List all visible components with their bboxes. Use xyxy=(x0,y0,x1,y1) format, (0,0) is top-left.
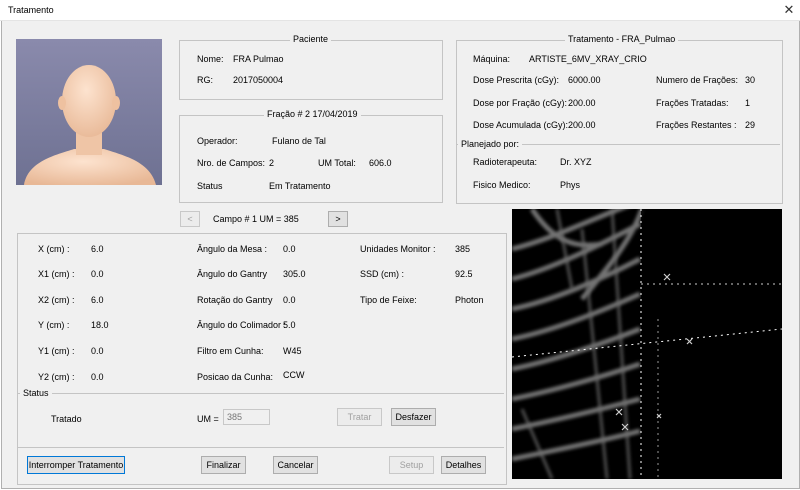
tratamento-legend: Tratamento - FRA_Pulmao xyxy=(565,34,679,44)
rg-label: RG: xyxy=(197,75,214,85)
setup-button[interactable]: Setup xyxy=(389,456,434,474)
filtro-cunha-label: Filtro em Cunha: xyxy=(197,346,264,356)
angulo-gantry-label: Ângulo do Gantry xyxy=(197,269,268,279)
y1-label: Y1 (cm) : xyxy=(38,346,75,356)
x2-value: 6.0 xyxy=(91,295,104,305)
umtotal-value: 606.0 xyxy=(369,158,392,168)
nome-value: FRA Pulmao xyxy=(233,54,284,64)
fisico-label: Fisico Medico: xyxy=(473,180,531,190)
status-legend: Status xyxy=(20,388,52,398)
cancelar-button[interactable]: Cancelar xyxy=(273,456,318,474)
radioterapeuta-label: Radioterapeuta: xyxy=(473,157,538,167)
operador-label: Operador: xyxy=(197,136,238,146)
buttons-separator xyxy=(18,447,504,448)
dose-acumulada-label: Dose Acumulada (cGy): xyxy=(473,120,569,130)
tipo-feixe-label: Tipo de Feixe: xyxy=(360,295,417,305)
filtro-cunha-value: W45 xyxy=(283,346,302,356)
interromper-tratamento-button[interactable]: Interromper Tratamento xyxy=(27,456,125,474)
angulo-colimador-label: Ângulo do Colimador : xyxy=(197,320,287,330)
campos-label: Nro. de Campos: xyxy=(197,158,266,168)
desfazer-button[interactable]: Desfazer xyxy=(391,408,436,426)
x1-value: 0.0 xyxy=(91,269,104,279)
status-value: Tratado xyxy=(51,414,82,424)
posicao-cunha-value: CCW xyxy=(283,370,305,380)
y-value: 18.0 xyxy=(91,320,109,330)
dose-acumulada-value: 200.00 xyxy=(568,120,596,130)
x2-label: X2 (cm) : xyxy=(38,295,75,305)
finalizar-button[interactable]: Finalizar xyxy=(201,456,246,474)
um-input[interactable] xyxy=(223,409,270,425)
nome-label: Nome: xyxy=(197,54,224,64)
operador-value: Fulano de Tal xyxy=(272,136,326,146)
fracao-status-value: Em Tratamento xyxy=(269,181,331,191)
angulo-mesa-label: Ângulo da Mesa : xyxy=(197,244,268,254)
campos-value: 2 xyxy=(269,158,275,168)
prev-campo-button[interactable]: < xyxy=(180,211,200,227)
maquina-label: Máquina: xyxy=(473,54,511,64)
numero-fracoes-label: Numero de Frações: xyxy=(656,75,739,85)
angulo-gantry-value: 305.0 xyxy=(283,269,306,279)
numero-fracoes-value: 30 xyxy=(745,75,756,85)
fisico-value: Phys xyxy=(560,180,581,190)
tratar-button[interactable]: Tratar xyxy=(337,408,382,426)
fracoes-restantes-value: 29 xyxy=(745,120,756,130)
xray-image xyxy=(512,209,782,479)
y1-value: 0.0 xyxy=(91,346,104,356)
campo-label: Campo # 1 UM = 385 xyxy=(213,214,299,224)
fracao-status-label: Status xyxy=(197,181,223,191)
close-icon[interactable]: ✕ xyxy=(780,1,798,19)
y2-value: 0.0 xyxy=(91,372,104,382)
unidades-monitor-value: 385 xyxy=(455,244,471,254)
next-campo-button[interactable]: > xyxy=(328,211,348,227)
dose-prescrita-label: Dose Prescrita (cGy): xyxy=(473,75,560,85)
detalhes-button[interactable]: Detalhes xyxy=(441,456,486,474)
tipo-feixe-value: Photon xyxy=(455,295,484,305)
x1-label: X1 (cm) : xyxy=(38,269,75,279)
dose-fracao-value: 200.00 xyxy=(568,98,596,108)
posicao-cunha-label: Posicao da Cunha: xyxy=(197,372,274,382)
dose-fracao-label: Dose por Fração (cGy): xyxy=(473,98,568,108)
radioterapeuta-value: Dr. XYZ xyxy=(560,157,592,167)
ssd-label: SSD (cm) : xyxy=(360,269,404,279)
rg-value: 2017050004 xyxy=(233,75,284,85)
paciente-group xyxy=(179,40,443,100)
x-value: 6.0 xyxy=(91,244,104,254)
paciente-legend: Paciente xyxy=(290,34,332,44)
y-label: Y (cm) : xyxy=(38,320,70,330)
rotacao-gantry-label: Rotação do Gantry xyxy=(197,295,273,305)
y2-label: Y2 (cm) : xyxy=(38,372,75,382)
rotacao-gantry-value: 0.0 xyxy=(283,295,296,305)
x-label: X (cm) : xyxy=(38,244,70,254)
unidades-monitor-label: Unidades Monitor : xyxy=(360,244,436,254)
ssd-value: 92.5 xyxy=(455,269,473,279)
planejado-legend: Planejado por: xyxy=(458,139,523,149)
angulo-mesa-value: 0.0 xyxy=(283,244,296,254)
fracao-legend: Fração # 2 17/04/2019 xyxy=(264,109,361,119)
fracoes-restantes-label: Frações Restantes : xyxy=(656,120,737,130)
window-title: Tratamento xyxy=(8,5,54,15)
status-separator xyxy=(18,393,504,394)
umtotal-label: UM Total: xyxy=(318,158,356,168)
dose-prescrita-value: 6000.00 xyxy=(568,75,601,85)
um-label: UM = xyxy=(197,414,219,424)
fracoes-tratadas-label: Frações Tratadas: xyxy=(656,98,729,108)
patient-photo xyxy=(16,39,162,185)
maquina-value: ARTISTE_6MV_XRAY_CRIO xyxy=(529,54,647,64)
angulo-colimador-value: 5.0 xyxy=(283,320,296,330)
title-bar xyxy=(0,0,800,21)
fracoes-tratadas-value: 1 xyxy=(745,98,751,108)
